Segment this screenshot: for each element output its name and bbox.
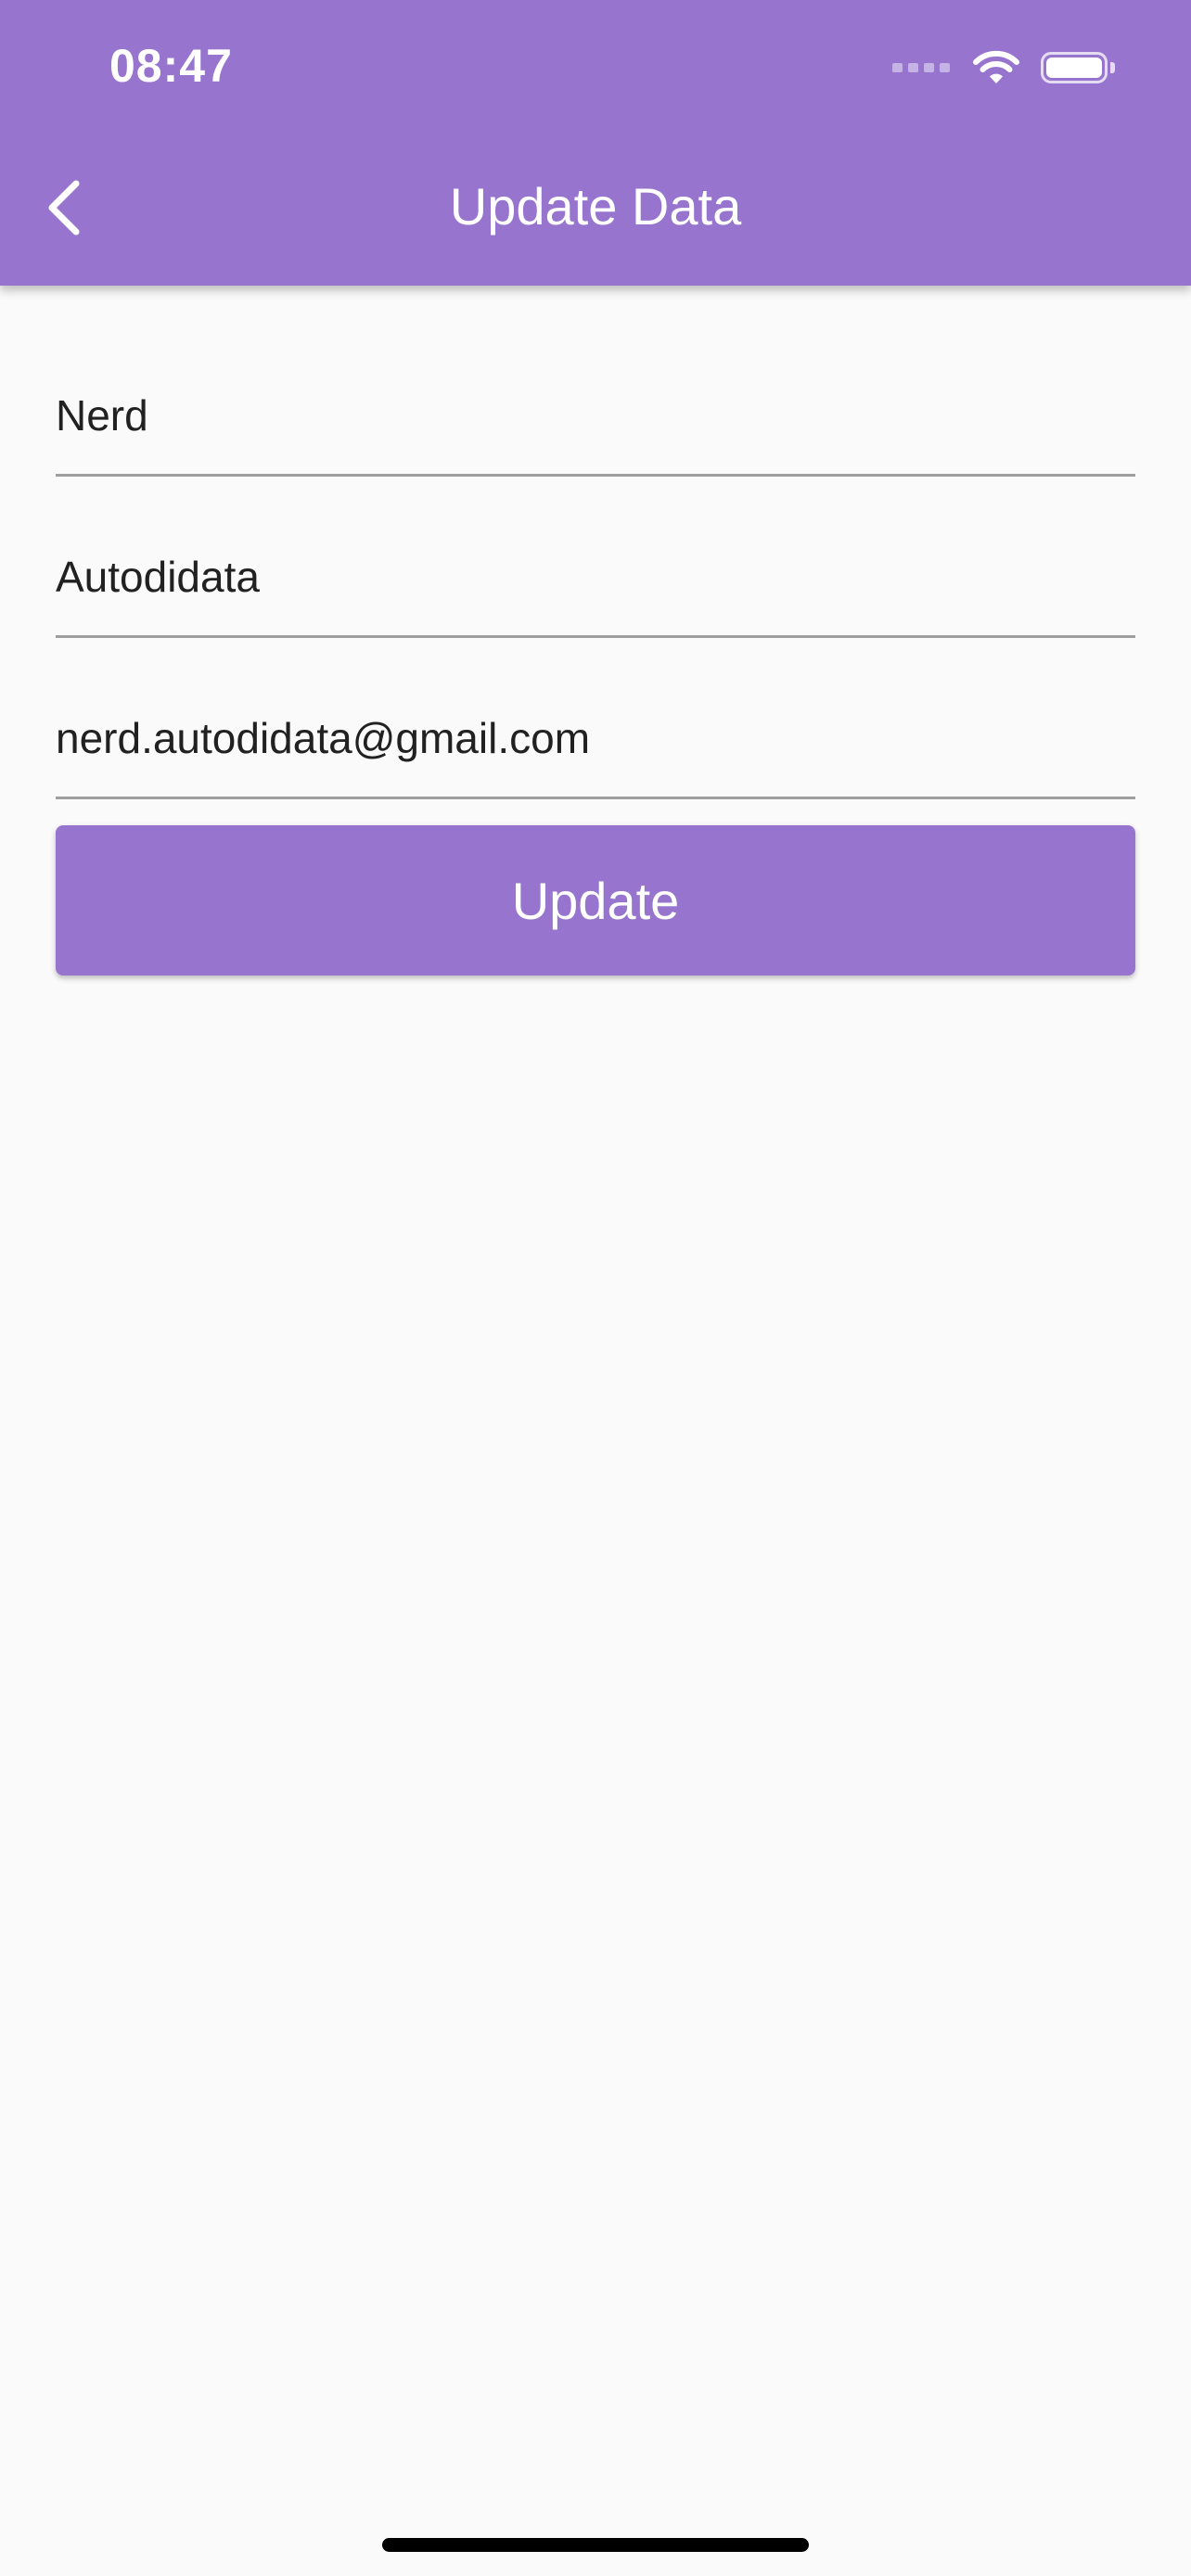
wifi-icon [973, 50, 1019, 83]
update-button[interactable]: Update [56, 825, 1135, 976]
last-name-field [56, 527, 1135, 638]
status-icons [892, 45, 1115, 91]
email-input[interactable] [56, 713, 1135, 763]
last-name-input[interactable] [56, 552, 1135, 602]
first-name-field [56, 365, 1135, 477]
battery-icon [1041, 52, 1108, 83]
page-title: Update Data [449, 177, 742, 236]
update-data-screen: 08:47 Update Data Nerd Autodidata nerd.a… [0, 0, 1191, 2576]
status-time: 08:47 [109, 40, 233, 92]
first-name-input[interactable] [56, 390, 1135, 440]
app-header: 08:47 Update Data [0, 0, 1191, 286]
battery-cap [1110, 62, 1115, 73]
email-field [56, 688, 1135, 799]
cellular-signal-icon [892, 63, 950, 72]
home-indicator [382, 2538, 809, 2552]
